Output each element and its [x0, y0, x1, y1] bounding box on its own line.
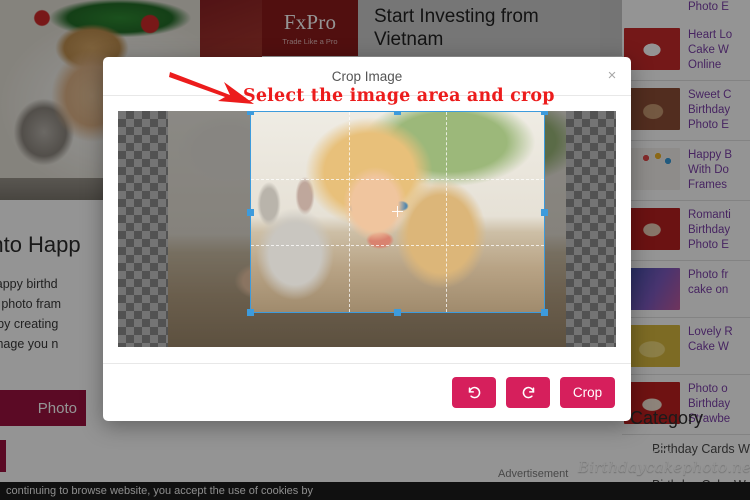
crop-handle-se[interactable] [541, 309, 548, 316]
close-icon[interactable]: × [604, 68, 620, 84]
crop-gridline-v1 [348, 112, 350, 312]
crop-handle-e[interactable] [541, 208, 548, 216]
crop-gridline-h2 [251, 245, 544, 247]
modal-footer: Crop [103, 363, 631, 421]
crop-gridline-h1 [251, 178, 544, 180]
crop-handle-ne[interactable] [541, 111, 548, 115]
crop-canvas[interactable] [118, 111, 616, 347]
crop-handle-n[interactable] [394, 111, 401, 115]
modal-body [103, 96, 631, 363]
crop-handle-w[interactable] [247, 208, 254, 216]
rotate-right-icon [521, 385, 536, 400]
crop-selection-box[interactable] [247, 111, 548, 316]
crop-handle-sw[interactable] [247, 309, 254, 316]
crop-gridline-v2 [446, 112, 448, 312]
screenshot-root: FxPro Trade Like a Pro Start Investing f… [0, 0, 750, 500]
crop-center-marker-icon [391, 206, 403, 217]
rotate-right-button[interactable] [506, 377, 550, 408]
modal-title: Crop Image [331, 68, 403, 84]
crop-image-modal: Crop Image × Crop [103, 57, 631, 421]
rotate-left-icon [467, 385, 482, 400]
crop-button[interactable]: Crop [560, 377, 615, 408]
rotate-left-button[interactable] [452, 377, 496, 408]
crop-handle-nw[interactable] [247, 111, 254, 115]
annotation-text: Select the image area and crop [243, 86, 555, 106]
crop-handle-s[interactable] [394, 309, 401, 316]
